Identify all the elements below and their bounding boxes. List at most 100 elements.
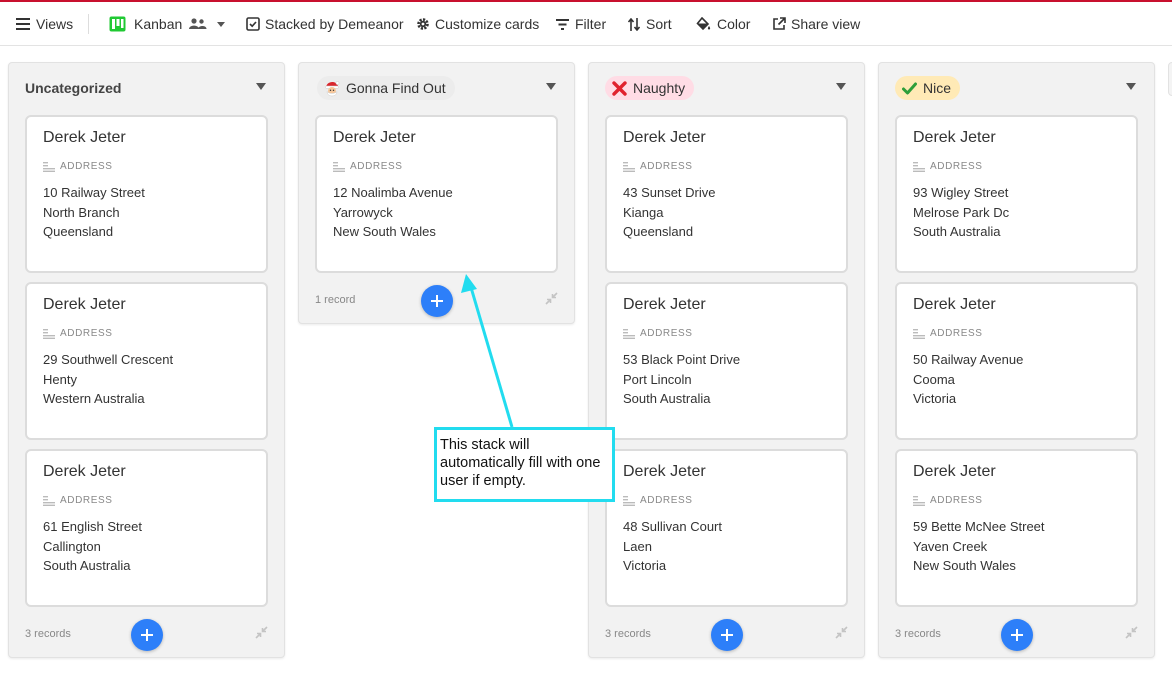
field-label: ADDRESS [623, 161, 693, 172]
color-button[interactable]: Color [696, 2, 750, 46]
field-label: ADDRESS [623, 495, 693, 506]
add-record-button[interactable] [1001, 619, 1033, 651]
stack-menu-caret[interactable] [256, 83, 266, 90]
plus-icon [721, 629, 733, 641]
stacked-by-button[interactable]: Stacked by Demeanor [246, 2, 404, 46]
stack-gonna-find-out: Gonna Find Out Derek Jeter ADDRESS 12 No… [298, 62, 575, 324]
record-card[interactable]: Derek Jeter ADDRESS 43 Sunset Drive Kian… [605, 115, 848, 273]
field-label: ADDRESS [913, 495, 983, 506]
record-card[interactable]: Derek Jeter ADDRESS 59 Bette McNee Stree… [895, 449, 1138, 607]
add-record-button[interactable] [711, 619, 743, 651]
stack-menu-caret[interactable] [836, 83, 846, 90]
field-label: ADDRESS [333, 161, 403, 172]
record-card[interactable]: Derek Jeter ADDRESS 12 Noalimba Avenue Y… [315, 115, 558, 273]
stack-footer: 3 records [9, 611, 284, 659]
hamburger-icon [16, 18, 30, 30]
long-text-icon [913, 161, 925, 172]
stack-header: Uncategorized [9, 63, 284, 113]
stack-header: Naughty [589, 63, 864, 113]
filter-label: Filter [575, 16, 607, 32]
long-text-icon [43, 161, 55, 172]
stack-footer: 3 records [879, 611, 1154, 659]
address-value: 50 Railway Avenue Cooma Victoria [913, 352, 1024, 406]
record-card[interactable]: Derek Jeter ADDRESS 50 Railway Avenue Co… [895, 282, 1138, 440]
red-x-icon [612, 80, 627, 96]
long-text-icon [623, 495, 635, 506]
address-value: 43 Sunset Drive Kianga Queensland [623, 185, 716, 239]
stack-footer: 3 records [589, 611, 864, 659]
record-card[interactable]: Derek Jeter ADDRESS 61 English Street Ca… [25, 449, 268, 607]
field-label: ADDRESS [913, 328, 983, 339]
sort-button[interactable]: Sort [628, 2, 672, 46]
card-title: Derek Jeter [43, 129, 126, 146]
sort-label: Sort [646, 16, 672, 32]
share-icon [773, 17, 786, 30]
stack-field-icon [246, 17, 260, 31]
stack-title-pill: Naughty [605, 76, 695, 100]
card-title: Derek Jeter [913, 129, 996, 146]
sort-icon [628, 17, 640, 31]
view-toolbar: Views Kanban Stacked by Demeanor Customi… [0, 2, 1172, 46]
long-text-icon [333, 161, 345, 172]
annotation-callout: This stack will automatically fill with … [434, 427, 615, 502]
field-label: ADDRESS [43, 161, 113, 172]
address-value: 12 Noalimba Avenue Yarrowyck New South W… [333, 185, 453, 239]
card-title: Derek Jeter [623, 463, 706, 480]
stacked-by-label: Stacked by Demeanor [265, 16, 404, 32]
collapse-stack-icon[interactable] [1125, 626, 1138, 639]
long-text-icon [623, 328, 635, 339]
record-card[interactable]: Derek Jeter ADDRESS 29 Southwell Crescen… [25, 282, 268, 440]
collaborators-icon [189, 18, 207, 29]
stack-header: Gonna Find Out [299, 63, 574, 113]
address-value: 10 Railway Street North Branch Queenslan… [43, 185, 145, 239]
card-title: Derek Jeter [913, 296, 996, 313]
collapse-stack-icon[interactable] [835, 626, 848, 639]
record-card[interactable]: Derek Jeter ADDRESS 48 Sullivan Court La… [605, 449, 848, 607]
address-value: 29 Southwell Crescent Henty Western Aust… [43, 352, 174, 406]
field-label: ADDRESS [43, 328, 113, 339]
add-record-button[interactable] [131, 619, 163, 651]
view-switcher[interactable]: Kanban [109, 2, 226, 46]
add-record-button[interactable] [421, 285, 453, 317]
share-view-button[interactable]: Share view [772, 2, 860, 46]
views-button[interactable]: Views [16, 2, 73, 46]
record-card[interactable]: Derek Jeter ADDRESS 93 Wigley Street Mel… [895, 115, 1138, 273]
kanban-board: Uncategorized Derek Jeter ADDRESS 10 Rai… [0, 46, 1172, 695]
stack-uncategorized: Uncategorized Derek Jeter ADDRESS 10 Rai… [8, 62, 285, 658]
field-label: ADDRESS [43, 495, 113, 506]
stack-title-pill: Gonna Find Out [317, 76, 455, 100]
address-value: 48 Sullivan Court Laen Victoria [623, 519, 722, 573]
address-value: 61 English Street Callington South Austr… [43, 519, 143, 573]
stack-naughty: Naughty Derek Jeter ADDRESS 43 Sunset Dr… [588, 62, 865, 658]
stack-title: Nice [923, 80, 952, 96]
card-title: Derek Jeter [43, 463, 126, 480]
stack-title: Gonna Find Out [346, 80, 446, 96]
address-value: 59 Bette McNee Street Yaven Creek New So… [913, 519, 1045, 573]
record-card[interactable]: Derek Jeter ADDRESS 53 Black Point Drive… [605, 282, 848, 440]
customize-cards-label: Customize cards [435, 16, 540, 32]
record-card[interactable]: Derek Jeter ADDRESS 10 Railway Street No… [25, 115, 268, 273]
next-stack-edge[interactable] [1168, 62, 1172, 96]
field-label: ADDRESS [623, 328, 693, 339]
view-name: Kanban [134, 16, 183, 32]
toolbar-divider [88, 14, 89, 34]
kanban-icon [109, 16, 126, 32]
long-text-icon [913, 328, 925, 339]
customize-cards-button[interactable]: Customize cards [416, 2, 539, 46]
filter-button[interactable]: Filter [556, 2, 606, 46]
collapse-stack-icon[interactable] [545, 292, 558, 305]
collapse-stack-icon[interactable] [255, 626, 268, 639]
stack-menu-caret[interactable] [1126, 83, 1136, 90]
card-title: Derek Jeter [623, 296, 706, 313]
address-value: 93 Wigley Street Melrose Park Dc South A… [913, 185, 1010, 239]
plus-icon [431, 295, 443, 307]
card-title: Derek Jeter [43, 296, 126, 313]
record-count: 3 records [605, 628, 651, 640]
long-text-icon [623, 161, 635, 172]
plus-icon [141, 629, 153, 641]
stack-nice: Nice Derek Jeter ADDRESS 93 Wigley Stree… [878, 62, 1155, 658]
stack-footer: 1 record [299, 277, 574, 325]
stack-menu-caret[interactable] [546, 83, 556, 90]
record-count: 3 records [895, 628, 941, 640]
card-title: Derek Jeter [623, 129, 706, 146]
